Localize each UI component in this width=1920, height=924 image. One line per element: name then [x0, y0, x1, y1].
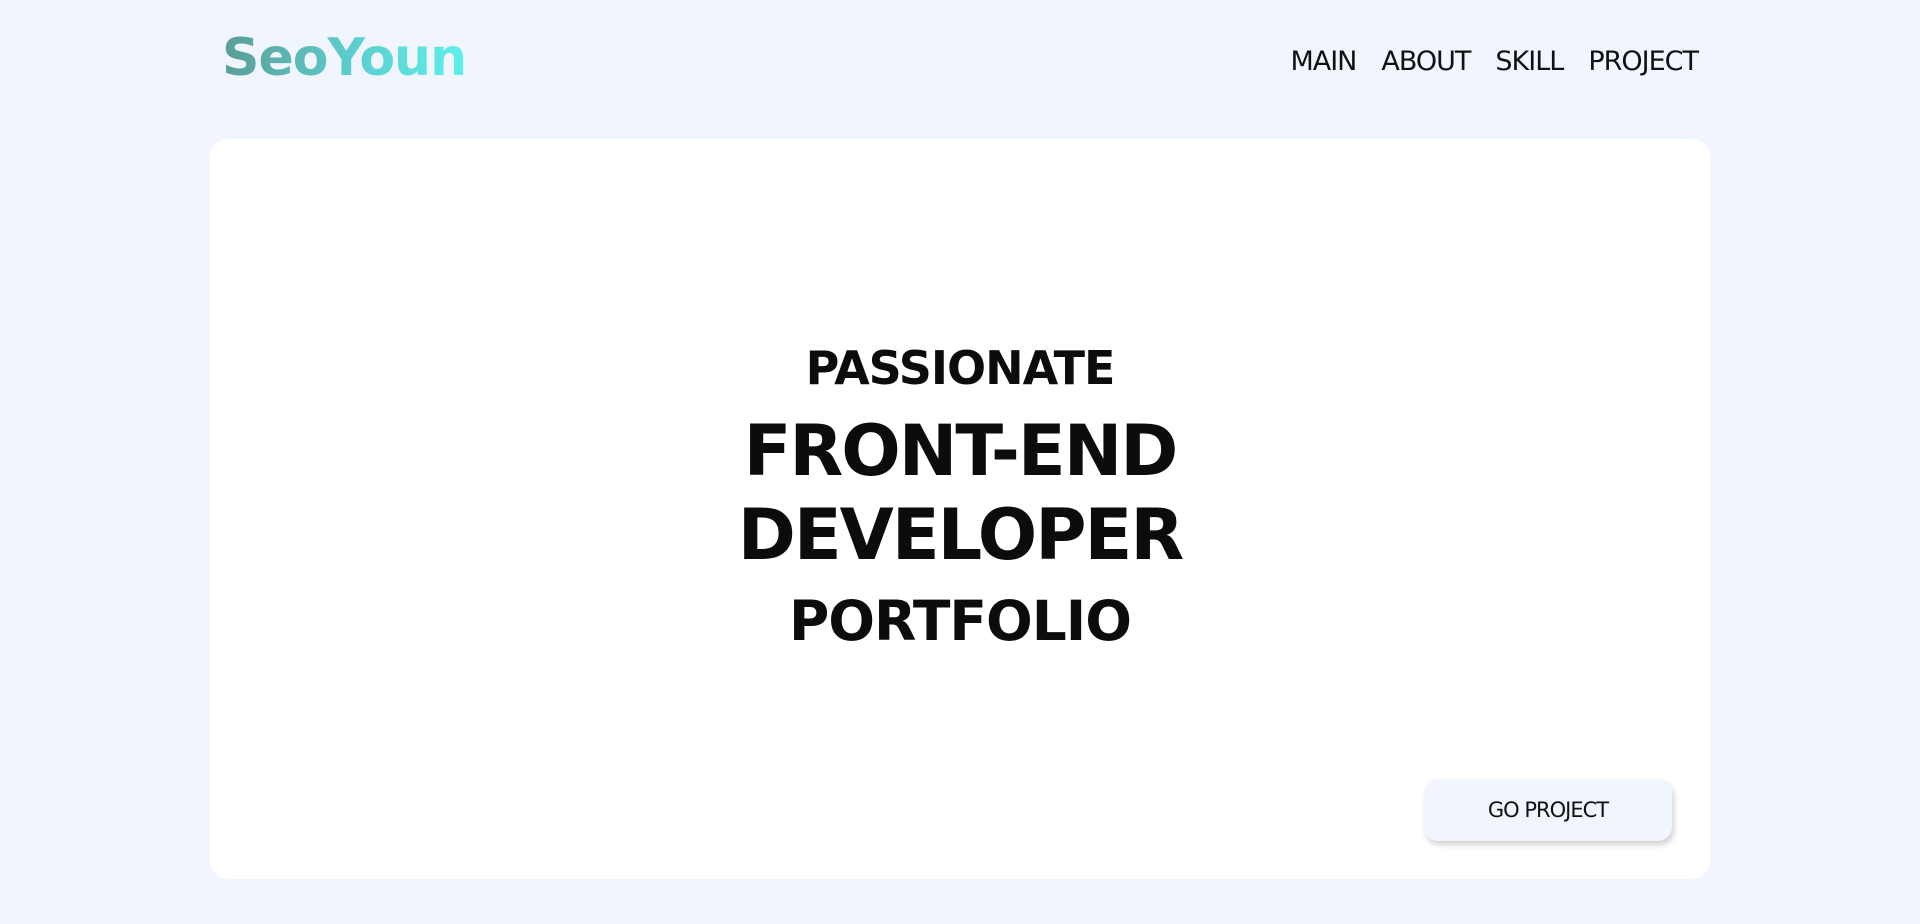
nav-item-skill: SKILL [1495, 44, 1564, 80]
site-logo[interactable]: SeoYoun [222, 28, 467, 88]
hero-line-front-end: FRONT-END [743, 410, 1179, 492]
hero-line-passionate: PASSIONATE [805, 341, 1116, 395]
nav-link-main[interactable]: MAIN [1290, 46, 1357, 77]
nav-link-project[interactable]: PROJECT [1588, 46, 1699, 77]
nav-item-about: ABOUT [1381, 44, 1471, 80]
site-header: SeoYoun MAIN ABOUT SKILL PROJECT [0, 0, 1920, 130]
nav-link-about[interactable]: ABOUT [1381, 46, 1471, 77]
main-nav: MAIN ABOUT SKILL PROJECT [1290, 44, 1699, 80]
nav-item-project: PROJECT [1588, 44, 1699, 80]
nav-link-skill[interactable]: SKILL [1495, 46, 1564, 77]
go-project-button[interactable]: GO PROJECT [1424, 779, 1672, 841]
hero-line-portfolio: PORTFOLIO [788, 589, 1132, 653]
hero-card: PASSIONATE FRONT-END DEVELOPER PORTFOLIO… [210, 139, 1710, 879]
nav-item-main: MAIN [1290, 44, 1357, 80]
hero-line-developer: DEVELOPER [737, 494, 1185, 576]
hero-section: PASSIONATE FRONT-END DEVELOPER PORTFOLIO [210, 139, 1710, 879]
